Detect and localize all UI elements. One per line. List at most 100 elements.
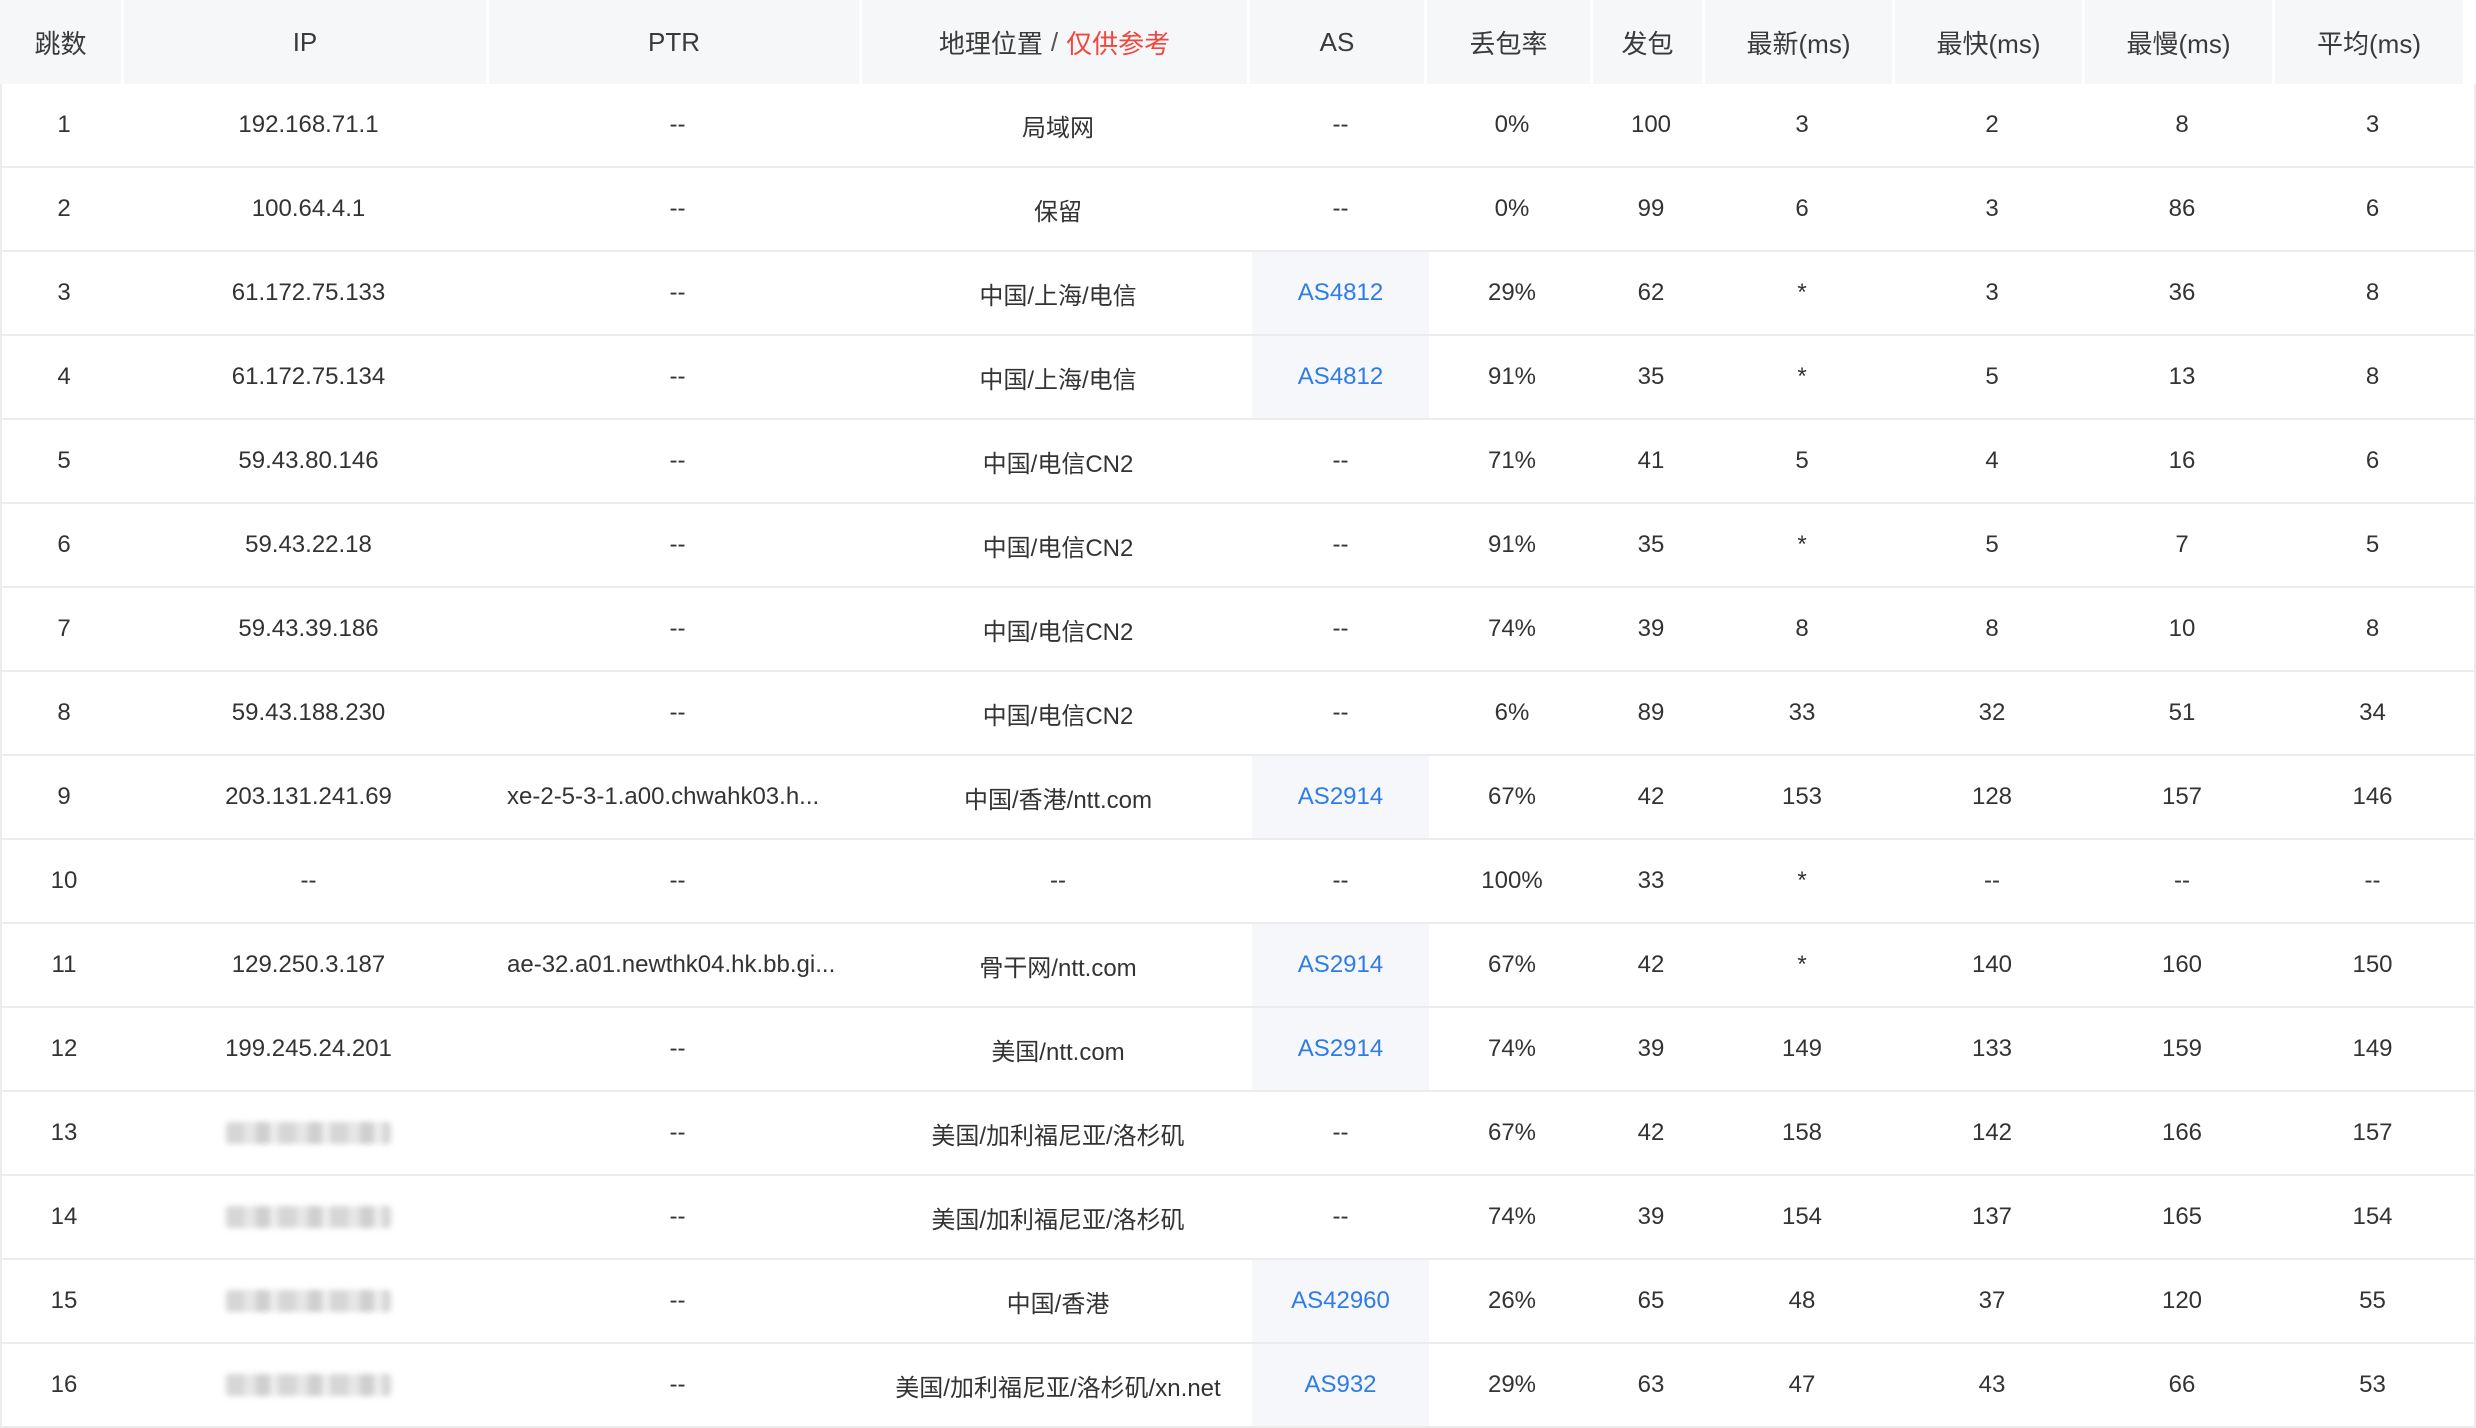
ptr-text: -- — [669, 1119, 686, 1146]
as-link[interactable]: AS42960 — [1252, 1260, 1429, 1342]
table-body: 1 192.168.71.1 -- 局域网 -- 0% 100 3 2 8 3 2 100.64.4.1… — [0, 84, 2476, 1428]
loss-cell: 100% — [1481, 867, 1543, 894]
as-link[interactable]: AS2914 — [1252, 924, 1429, 1006]
ip-cell-redacted — [126, 1092, 491, 1174]
as-link[interactable]: AS932 — [1252, 1344, 1429, 1426]
table-row: 7 59.43.39.186 -- 中国/电信CN2 -- 74% 39 8 8 10 8 — [2, 588, 2474, 672]
geo-cell: 中国/电信CN2 — [982, 534, 1134, 562]
hop-cell: 9 — [57, 783, 71, 810]
worst-cell: 16 — [2168, 447, 2196, 474]
ip-cell: 61.172.75.134 — [231, 363, 386, 390]
table-header: 跳数 IP PTR 地理位置 / 仅供参考 AS 丢包率 发包 最新(ms) 最… — [0, 0, 2476, 84]
ip-cell: -- — [300, 867, 317, 894]
ptr-cell: -- — [491, 84, 864, 166]
geo-cell: 局域网 — [1022, 114, 1094, 142]
worst-cell: 166 — [2161, 1119, 2203, 1146]
as-link[interactable]: AS4812 — [1252, 336, 1429, 418]
ip-cell: 199.245.24.201 — [225, 1035, 392, 1062]
ptr-text: -- — [669, 279, 686, 306]
redacted-ip-blur — [226, 1374, 391, 1396]
best-cell: 3 — [1985, 195, 1999, 222]
as-link[interactable]: AS2914 — [1252, 756, 1429, 838]
as-link[interactable]: AS4812 — [1252, 252, 1429, 334]
best-cell: 142 — [1971, 1119, 2013, 1146]
ptr-text: -- — [669, 447, 686, 474]
ip-cell: 129.250.3.187 — [231, 951, 386, 978]
avg-cell: 8 — [2365, 279, 2380, 306]
header-last: 最新(ms) — [1705, 0, 1895, 84]
header-ptr: PTR — [489, 0, 862, 84]
ptr-text: ae-32.a01.newthk04.hk.bb.gi... — [507, 951, 836, 978]
hop-cell: 1 — [57, 111, 71, 138]
worst-cell: 36 — [2168, 279, 2196, 306]
geo-cell: 骨干网/ntt.com — [979, 954, 1137, 982]
ip-cell-redacted — [126, 1176, 491, 1258]
best-cell: 133 — [1971, 1035, 2013, 1062]
sent-cell: 33 — [1637, 867, 1665, 894]
table-row: 10 -- -- -- -- 100% 33 * -- -- -- — [2, 840, 2474, 924]
best-cell: 43 — [1978, 1371, 2006, 1398]
last-cell: 158 — [1781, 1119, 1823, 1146]
table-row: 14 -- 美国/加利福尼亚/洛杉矶 -- 74% 39 154 137 165 154 — [2, 1176, 2474, 1260]
last-cell: * — [1797, 867, 1807, 894]
avg-cell: 157 — [2352, 1119, 2393, 1146]
hop-cell: 11 — [51, 951, 77, 978]
best-cell: 128 — [1971, 783, 2013, 810]
table-row: 9 203.131.241.69 xe-2-5-3-1.a00.chwahk03.h… — [2, 756, 2474, 840]
ip-cell: 59.43.80.146 — [238, 447, 379, 474]
worst-cell: 165 — [2161, 1203, 2203, 1230]
last-cell: 6 — [1795, 195, 1809, 222]
redacted-ip-blur — [226, 1206, 391, 1228]
hop-cell: 6 — [57, 531, 71, 558]
last-cell: * — [1797, 531, 1807, 558]
loss-cell: 71% — [1487, 447, 1537, 474]
best-cell: 37 — [1978, 1287, 2006, 1314]
best-cell: 4 — [1985, 447, 1999, 474]
sent-cell: 35 — [1637, 363, 1665, 390]
hop-cell: 15 — [50, 1287, 78, 1314]
worst-cell: 120 — [2161, 1287, 2203, 1314]
geo-cell: 中国/上海/电信 — [979, 282, 1137, 310]
hop-cell: 13 — [50, 1119, 78, 1146]
as-cell: -- — [1332, 195, 1349, 222]
last-cell: 8 — [1795, 615, 1809, 642]
sent-cell: 89 — [1637, 699, 1665, 726]
sent-cell: 65 — [1637, 1287, 1665, 1314]
loss-cell: 26% — [1487, 1287, 1537, 1314]
ptr-text: -- — [669, 867, 686, 894]
geo-cell: 美国/加利福尼亚/洛杉矶 — [931, 1206, 1185, 1234]
redacted-ip-blur — [226, 1122, 391, 1144]
sent-cell: 62 — [1637, 279, 1665, 306]
avg-cell: 154 — [2352, 1203, 2393, 1230]
header-as: AS — [1250, 0, 1427, 84]
ptr-cell: xe-2-5-3-1.a00.chwahk03.h... — [491, 756, 864, 838]
avg-cell: 6 — [2365, 195, 2380, 222]
loss-cell: 0% — [1494, 111, 1530, 138]
ptr-cell: -- — [491, 1260, 864, 1342]
header-ip: IP — [124, 0, 489, 84]
ptr-cell: -- — [491, 588, 864, 670]
worst-cell: 10 — [2168, 615, 2196, 642]
header-worst: 最慢(ms) — [2085, 0, 2275, 84]
as-link[interactable]: AS2914 — [1252, 1008, 1429, 1090]
table-row: 5 59.43.80.146 -- 中国/电信CN2 -- 71% 41 5 4 16 6 — [2, 420, 2474, 504]
table-row: 16 -- 美国/加利福尼亚/洛杉矶/xn.net AS932 29% 63 47 43 66 5… — [2, 1344, 2474, 1428]
ip-cell: 59.43.188.230 — [231, 699, 386, 726]
last-cell: 3 — [1795, 111, 1809, 138]
hop-cell: 4 — [57, 363, 71, 390]
last-cell: 47 — [1788, 1371, 1816, 1398]
loss-cell: 0% — [1494, 195, 1530, 222]
worst-cell: 86 — [2168, 195, 2196, 222]
geo-cell: 美国/加利福尼亚/洛杉矶 — [931, 1122, 1185, 1150]
loss-cell: 29% — [1487, 1371, 1537, 1398]
ptr-cell: -- — [491, 672, 864, 754]
ptr-text: -- — [669, 111, 686, 138]
ptr-cell: -- — [491, 252, 864, 334]
geo-cell: 中国/电信CN2 — [982, 450, 1134, 478]
hop-cell: 8 — [57, 699, 71, 726]
table-row: 6 59.43.22.18 -- 中国/电信CN2 -- 91% 35 * 5 7 5 — [2, 504, 2474, 588]
table-row: 3 61.172.75.133 -- 中国/上海/电信 AS4812 29% 62 * 3 36 8 — [2, 252, 2474, 336]
ptr-cell: -- — [491, 504, 864, 586]
loss-cell: 6% — [1494, 699, 1530, 726]
loss-cell: 74% — [1487, 615, 1537, 642]
